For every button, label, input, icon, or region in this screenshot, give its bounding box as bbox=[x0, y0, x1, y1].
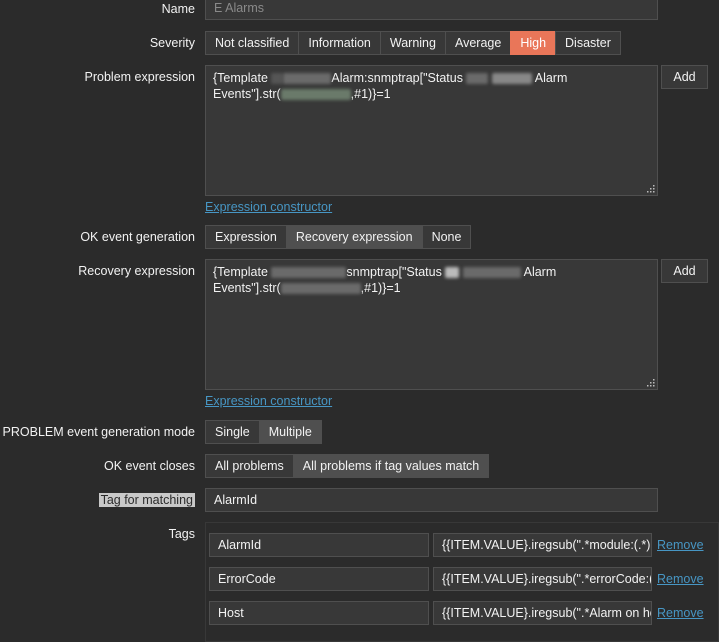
tag-for-matching-label: Tag for matching bbox=[98, 493, 195, 507]
expr-text: Alarm bbox=[523, 265, 557, 279]
tag-remove-link[interactable]: Remove bbox=[657, 572, 704, 586]
expr-text: Alarm:snmptrap["Status bbox=[331, 71, 463, 85]
tag-value-input[interactable]: {{ITEM.VALUE}.iregsub(".*errorCode:([ bbox=[433, 567, 652, 591]
blurred-text bbox=[280, 89, 351, 101]
tag-name-input[interactable]: Host bbox=[209, 601, 429, 625]
tag-name-input[interactable]: AlarmId bbox=[209, 533, 429, 557]
problem-mode-selector: Single Multiple bbox=[205, 420, 322, 444]
name-label: Name bbox=[161, 2, 195, 16]
problem-expression-textarea[interactable]: {Template Alarm:snmptrap["Status Alarm E… bbox=[205, 65, 658, 196]
recovery-add-button[interactable]: Add bbox=[661, 259, 708, 283]
severity-disaster[interactable]: Disaster bbox=[555, 31, 621, 55]
resize-grip-icon[interactable] bbox=[646, 378, 655, 387]
problem-mode-multiple[interactable]: Multiple bbox=[258, 420, 322, 444]
recovery-expression-label: Recovery expression bbox=[78, 264, 195, 278]
tag-remove-link[interactable]: Remove bbox=[657, 606, 704, 620]
ok-closes-tag-match[interactable]: All problems if tag values match bbox=[292, 454, 490, 478]
blurred-text bbox=[491, 73, 532, 85]
problem-expression-constructor-link[interactable]: Expression constructor bbox=[205, 200, 332, 214]
severity-selector: Not classified Information Warning Avera… bbox=[205, 31, 621, 55]
severity-warning[interactable]: Warning bbox=[379, 31, 446, 55]
blurred-text bbox=[462, 267, 521, 279]
tags-label: Tags bbox=[168, 527, 195, 541]
problem-mode-single[interactable]: Single bbox=[205, 420, 260, 444]
expr-text: Alarm bbox=[534, 71, 568, 85]
severity-average[interactable]: Average bbox=[444, 31, 512, 55]
tag-name-input[interactable]: ErrorCode bbox=[209, 567, 429, 591]
expr-text: Events"].str( bbox=[213, 87, 281, 101]
ok-event-generation-label: OK event generation bbox=[80, 230, 195, 244]
blurred-text bbox=[445, 267, 460, 279]
ok-event-closes-label: OK event closes bbox=[103, 459, 195, 473]
expr-text: snmptrap["Status bbox=[346, 265, 442, 279]
ok-gen-recovery-expression[interactable]: Recovery expression bbox=[285, 225, 423, 249]
tag-for-matching-input[interactable]: AlarmId bbox=[205, 488, 658, 512]
ok-event-closes-selector: All problems All problems if tag values … bbox=[205, 454, 490, 478]
ok-event-generation-selector: Expression Recovery expression None bbox=[205, 225, 472, 249]
ok-gen-none[interactable]: None bbox=[421, 225, 472, 249]
tag-value-input[interactable]: {{ITEM.VALUE}.iregsub(".*Alarm on ho bbox=[433, 601, 652, 625]
blurred-text bbox=[283, 73, 332, 85]
expr-text: ,#1)}=1 bbox=[350, 87, 391, 101]
recovery-expression-constructor-link[interactable]: Expression constructor bbox=[205, 394, 332, 408]
severity-information[interactable]: Information bbox=[298, 31, 381, 55]
tag-remove-link[interactable]: Remove bbox=[657, 538, 704, 552]
ok-gen-expression[interactable]: Expression bbox=[205, 225, 287, 249]
severity-not-classified[interactable]: Not classified bbox=[205, 31, 300, 55]
blurred-text bbox=[271, 267, 347, 279]
severity-high[interactable]: High bbox=[510, 31, 557, 55]
blurred-text bbox=[466, 73, 489, 85]
expr-text: {Template bbox=[213, 265, 268, 279]
recovery-expression-textarea[interactable]: {Template snmptrap["Status Alarm Events"… bbox=[205, 259, 658, 390]
resize-grip-icon[interactable] bbox=[646, 184, 655, 193]
blurred-text bbox=[280, 283, 361, 295]
ok-closes-all-problems[interactable]: All problems bbox=[205, 454, 294, 478]
name-input[interactable]: E Alarms bbox=[205, 0, 658, 20]
problem-expression-label: Problem expression bbox=[84, 70, 195, 84]
problem-add-button[interactable]: Add bbox=[661, 65, 708, 89]
severity-label: Severity bbox=[149, 36, 195, 50]
blurred-text bbox=[271, 73, 284, 85]
expr-text: ,#1)}=1 bbox=[360, 281, 401, 295]
expr-text: Events"].str( bbox=[213, 281, 281, 295]
problem-mode-label: PROBLEM event generation mode bbox=[2, 425, 195, 439]
expr-text: {Template bbox=[213, 71, 268, 85]
tag-value-input[interactable]: {{ITEM.VALUE}.iregsub(".*module:(.*), bbox=[433, 533, 652, 557]
